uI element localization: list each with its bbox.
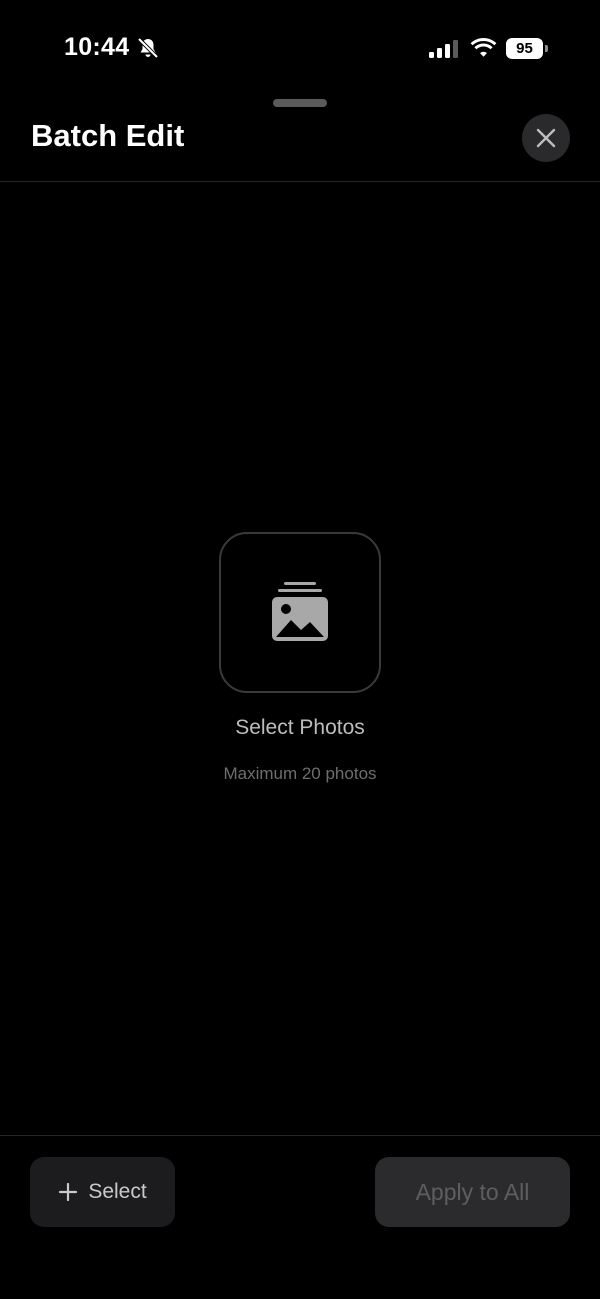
bell-slash-icon: [137, 37, 159, 59]
empty-state-subtitle: Maximum 20 photos: [223, 764, 377, 783]
sheet-grabber[interactable]: [273, 99, 327, 107]
apply-button-label: Apply to All: [415, 1178, 530, 1205]
photo-stack-icon: [272, 581, 328, 641]
battery-indicator: 95: [506, 38, 548, 59]
select-button[interactable]: Select: [30, 1157, 175, 1227]
apply-to-all-button[interactable]: Apply to All: [375, 1157, 570, 1227]
page-title: Batch Edit: [31, 118, 185, 153]
header-divider: [0, 181, 600, 182]
empty-state-title: Select Photos: [235, 716, 365, 739]
footer-divider: [0, 1135, 600, 1136]
close-icon: [536, 128, 556, 148]
close-button[interactable]: [522, 114, 570, 162]
battery-level: 95: [506, 38, 543, 59]
batch-edit-screen: 10:44 95 Batch Edit Select Photos Maximu…: [0, 0, 600, 1299]
cellular-signal-icon: [429, 40, 458, 58]
select-button-label: Select: [88, 1180, 147, 1203]
select-photos-tile[interactable]: [219, 532, 381, 693]
battery-tip: [545, 45, 548, 52]
status-bar: 10:44 95: [0, 0, 600, 96]
status-time: 10:44: [64, 33, 130, 61]
plus-icon: [59, 1182, 78, 1202]
wifi-icon: [470, 38, 497, 57]
